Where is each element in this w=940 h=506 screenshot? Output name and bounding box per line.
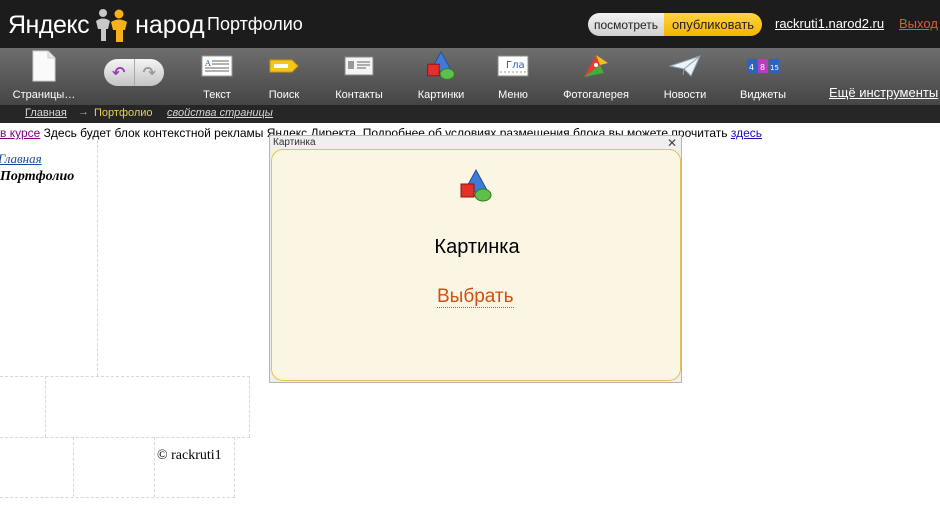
widget-number-4: 4 (749, 63, 754, 72)
tool-pages-label: Страницы… (12, 89, 76, 101)
tool-news[interactable]: Новости (662, 48, 708, 105)
tool-images[interactable]: Картинки (416, 48, 466, 105)
layout-divider (234, 437, 235, 497)
yandex-narod-logo[interactable]: Яндекс народ (8, 8, 205, 42)
mode-switch: посмотреть опубликовать (588, 13, 762, 36)
view-mode-button[interactable]: посмотреть (588, 13, 664, 36)
layout-divider (0, 497, 235, 498)
dialog-titlebar-text: Картинка (273, 137, 316, 148)
photogallery-icon (576, 48, 616, 84)
text-icon: A (197, 48, 237, 84)
layout-divider (97, 140, 98, 376)
people-figures-icon (96, 9, 128, 42)
layout-divider (0, 376, 250, 377)
tool-pages[interactable]: Страницы… (12, 48, 76, 105)
tool-search-label: Поиск (268, 89, 300, 101)
layout-divider (45, 376, 46, 437)
search-icon (264, 48, 304, 84)
tool-text-label: Текст (203, 89, 231, 101)
tool-photogallery[interactable]: Фотогалерея (563, 48, 629, 105)
tool-contacts-label: Контакты (335, 89, 383, 101)
dialog-body: Картинка Выбрать (271, 149, 681, 381)
logo-narod-text: народ (135, 10, 205, 39)
tool-news-label: Новости (663, 89, 707, 101)
pages-icon (24, 48, 64, 84)
tool-photogallery-label: Фотогалерея (563, 89, 629, 101)
tool-menu-label: Меню (498, 89, 528, 101)
widget-number-8: 8 (760, 63, 765, 72)
news-icon (665, 48, 705, 84)
breadcrumb-home-link[interactable]: Главная (25, 107, 67, 119)
logout-link[interactable]: Выход (899, 16, 938, 31)
undo-icon[interactable]: ↶ (104, 59, 134, 86)
top-header: Яндекс народ Портфолио посмотреть опубли… (0, 0, 940, 48)
tool-menu[interactable]: Гла Меню (496, 48, 530, 105)
breadcrumb-arrow-icon: → (78, 106, 89, 118)
breadcrumb-current: Портфолио (94, 107, 153, 119)
left-nav-current: Портфолио (0, 169, 75, 184)
tool-widgets[interactable]: 4 8 15 Виджеты (740, 48, 786, 105)
svg-text:A: A (204, 59, 211, 68)
page-title: Портфолио (207, 14, 303, 34)
tool-text[interactable]: A Текст (197, 48, 237, 105)
tool-search[interactable]: Поиск (264, 48, 304, 105)
image-dialog: Картинка ✕ Картинка Выбрать (269, 135, 682, 383)
logo-yandex-text: Яндекс (8, 10, 90, 39)
tools-toolbar: Страницы… ↶ ↷ A Текст Поиск Контакты Кар… (0, 48, 940, 105)
undo-redo-group: ↶ ↷ (104, 59, 164, 86)
ad-left-link[interactable]: в курсе (0, 126, 40, 140)
images-icon (460, 168, 492, 202)
redo-icon[interactable]: ↷ (133, 59, 165, 86)
images-icon (421, 48, 461, 84)
more-tools-link[interactable]: Ещё инструменты (829, 85, 938, 100)
tool-contacts[interactable]: Контакты (333, 48, 385, 105)
dialog-heading: Картинка (434, 236, 520, 258)
menu-icon: Гла (493, 48, 533, 84)
layout-divider (0, 437, 250, 438)
contacts-icon (339, 48, 379, 84)
dialog-titlebar[interactable]: Картинка ✕ (270, 136, 681, 149)
footer-copyright: © rackruti1 (157, 448, 222, 463)
choose-image-link[interactable]: Выбрать (437, 287, 514, 308)
menu-icon-text: Гла (506, 60, 525, 71)
widgets-icon: 4 8 15 (743, 48, 783, 84)
widget-number-15: 15 (770, 64, 779, 72)
publish-mode-button[interactable]: опубликовать (664, 13, 762, 36)
layout-divider (73, 437, 74, 497)
layout-divider (154, 437, 155, 497)
tool-widgets-label: Виджеты (740, 89, 786, 101)
ad-details-link[interactable]: здесь (731, 126, 762, 140)
site-address-link[interactable]: rackruti1.narod2.ru (775, 16, 884, 31)
left-nav-home-link[interactable]: Главная (0, 151, 42, 167)
close-icon[interactable]: ✕ (667, 137, 677, 149)
breadcrumb: Главная → Портфолио свойства страницы (0, 105, 940, 123)
page-properties-link[interactable]: свойства страницы (167, 107, 273, 119)
layout-divider (249, 376, 250, 437)
tool-images-label: Картинки (417, 89, 465, 101)
